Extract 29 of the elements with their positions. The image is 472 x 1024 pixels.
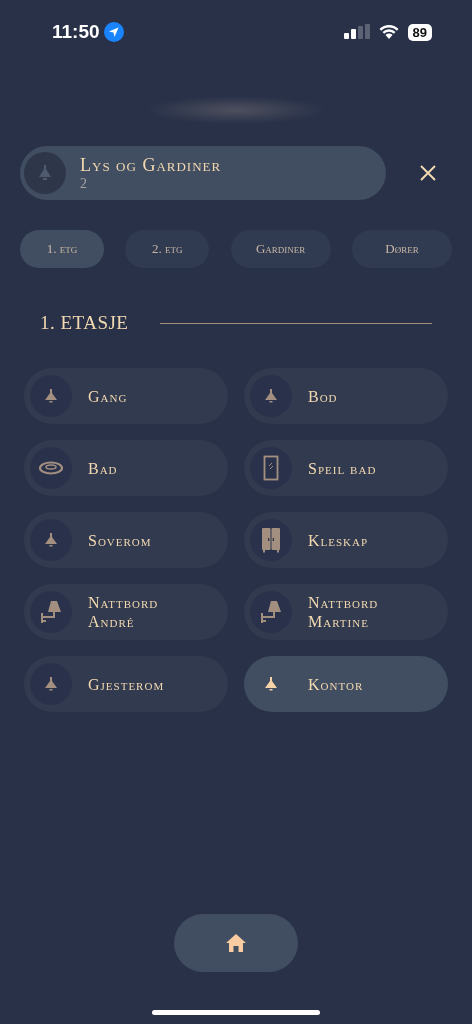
room-button[interactable]: Nattbord André — [24, 584, 228, 640]
wall-lamp-icon — [40, 600, 62, 624]
wifi-icon — [377, 24, 400, 40]
floor-tab[interactable]: Gardiner — [230, 230, 331, 268]
signal-icon — [343, 24, 370, 40]
room-button[interactable]: Soverom — [24, 512, 228, 568]
room-button[interactable]: Gjesterom — [24, 656, 228, 712]
wall-lamp-icon — [260, 600, 282, 624]
floor-tab[interactable]: Dører — [352, 230, 452, 268]
room-button[interactable]: Gang — [24, 368, 228, 424]
header-subtitle: 2 — [80, 175, 88, 192]
home-icon — [225, 933, 247, 953]
location-icon — [103, 22, 124, 42]
close-icon — [419, 164, 437, 182]
floor-tab[interactable]: 2. etg — [125, 230, 210, 268]
room-button[interactable]: Kontor — [244, 656, 448, 712]
status-time: 11:50 — [52, 21, 100, 43]
wardrobe-icon — [261, 527, 281, 553]
header-title: Lys og Gardiner — [80, 154, 222, 176]
battery-indicator: 89 — [407, 23, 432, 41]
room-button[interactable]: Bod — [244, 368, 448, 424]
room-button[interactable]: Speil bad — [244, 440, 448, 496]
room-button[interactable]: Bad — [24, 440, 228, 496]
room-button[interactable]: Nattbord Martine — [244, 584, 448, 640]
ring-light-icon — [38, 460, 64, 476]
floor-tab[interactable]: 1. etg — [20, 230, 104, 268]
mirror-icon — [263, 455, 279, 481]
section-title: 1. ETASJE — [40, 312, 129, 334]
room-button[interactable]: Kleskap — [244, 512, 448, 568]
